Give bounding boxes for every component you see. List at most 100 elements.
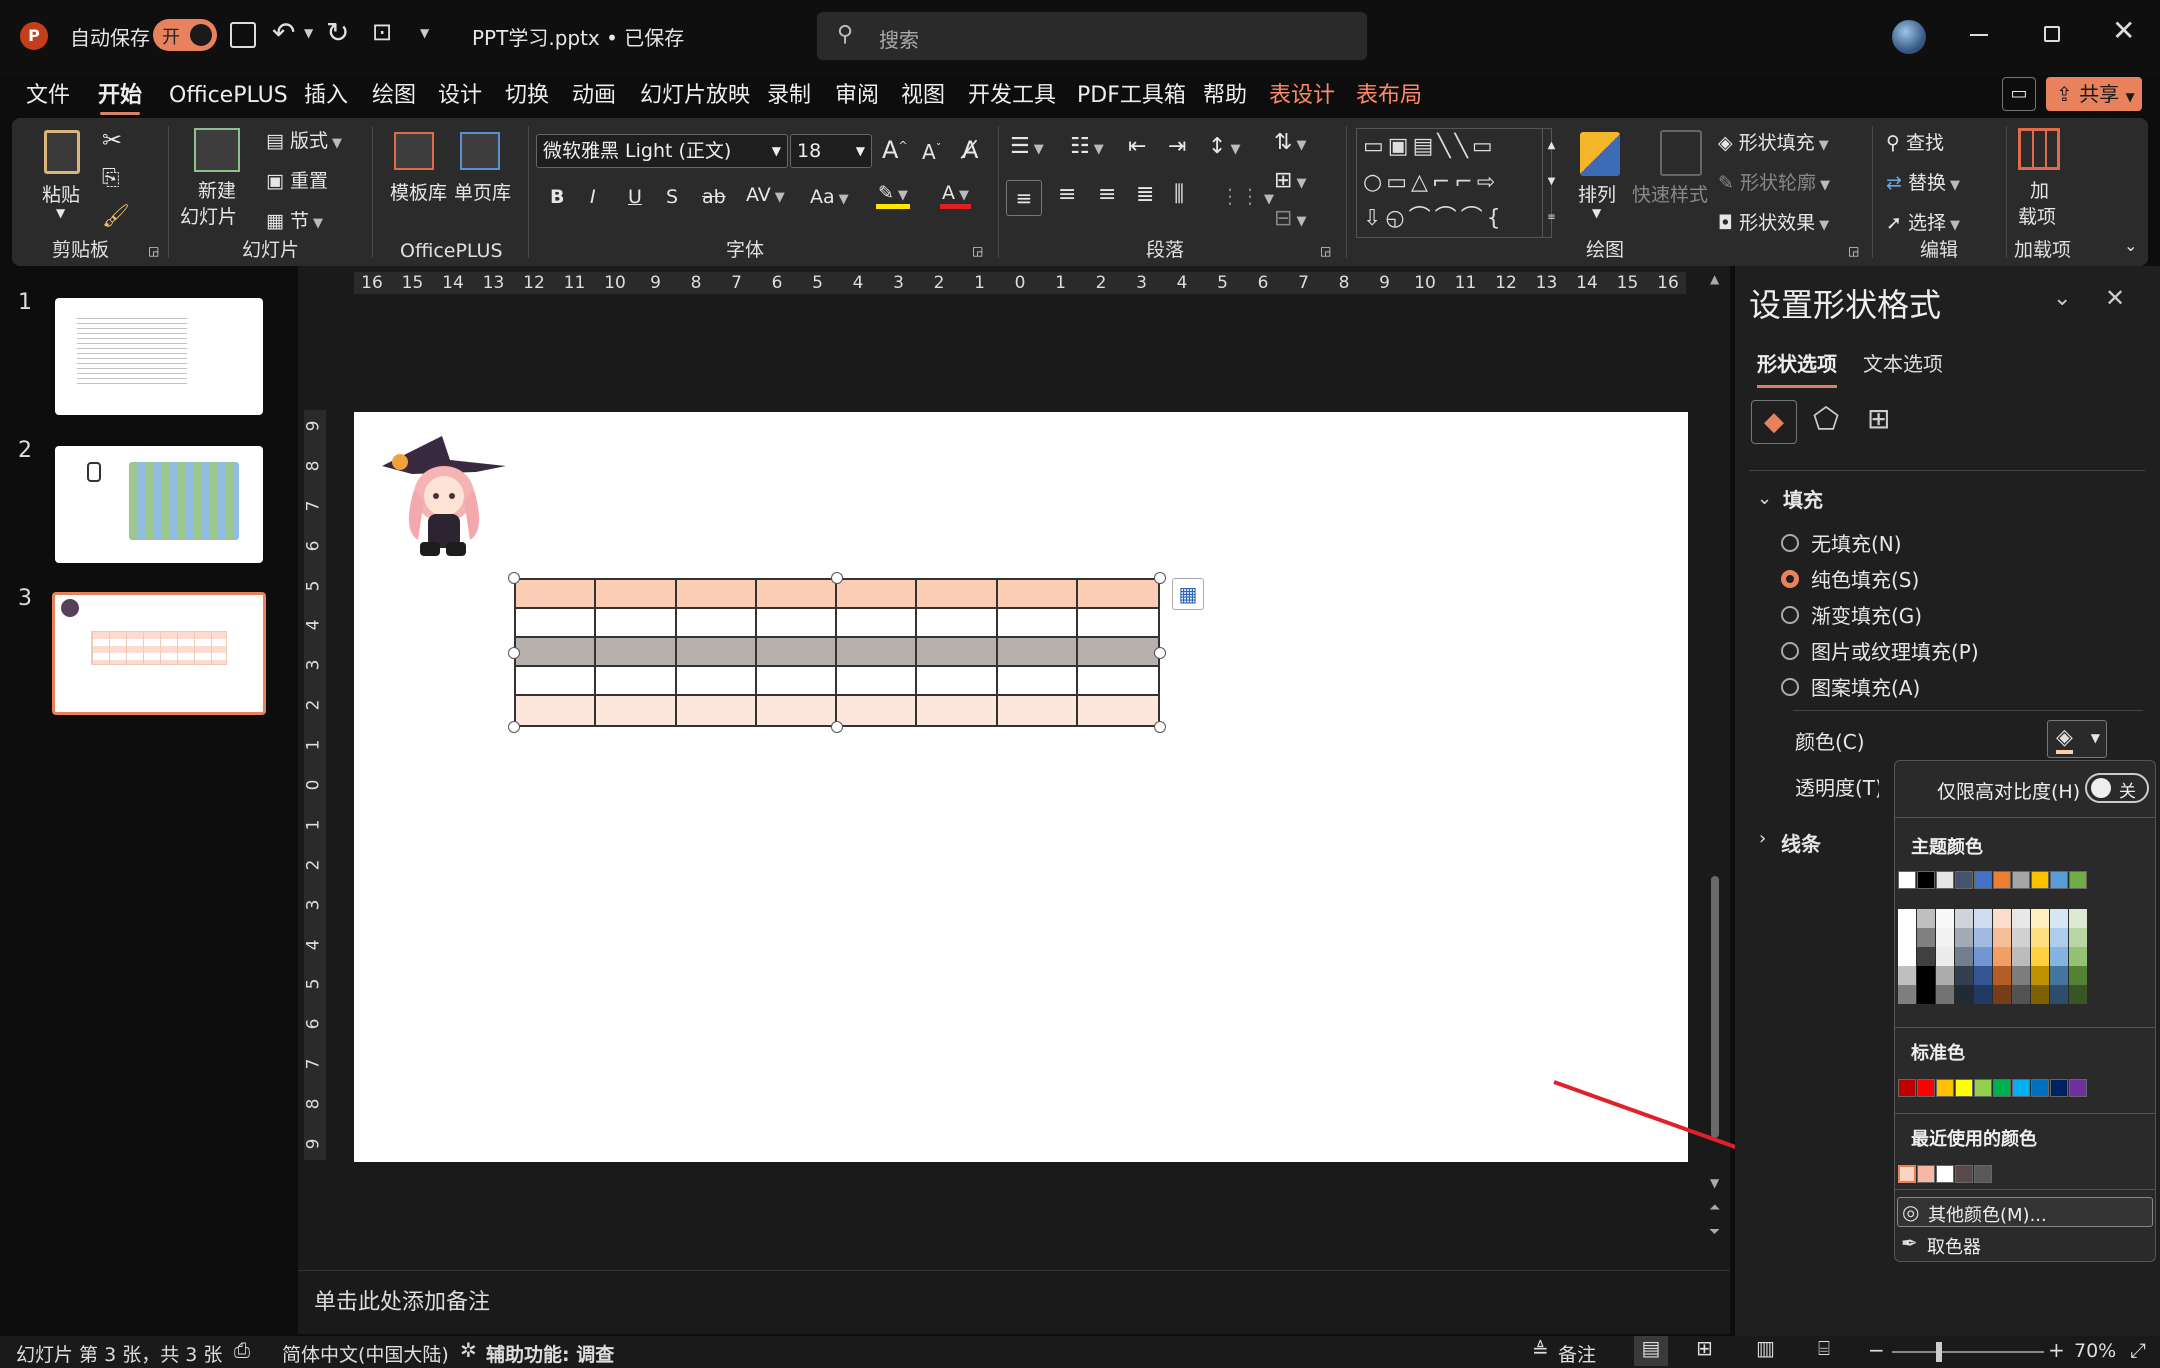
accessibility-icon[interactable]: ✲ (460, 1338, 477, 1362)
theme-color-shade[interactable] (2012, 966, 2030, 985)
strikethrough-button[interactable]: ab (702, 186, 726, 208)
resize-handle[interactable] (1154, 721, 1166, 733)
tab-design[interactable]: 设计 (438, 75, 482, 117)
autosave-toggle[interactable]: 开 (153, 19, 217, 51)
table-cell[interactable] (756, 580, 837, 609)
arrange-dropdown-icon[interactable]: ▼ (1592, 206, 1601, 220)
slide-canvas[interactable]: ▦ (354, 412, 1688, 1162)
table-cell[interactable] (596, 667, 677, 696)
theme-color-shade[interactable] (1898, 928, 1916, 947)
comments-button[interactable]: ▭ (2002, 77, 2036, 111)
resize-handle[interactable] (831, 721, 843, 733)
tab-draw[interactable]: 绘图 (372, 75, 416, 117)
clipboard-launcher-icon[interactable]: ◲ (148, 244, 159, 258)
standard-color-swatch[interactable] (2031, 1079, 2049, 1097)
increase-indent-icon[interactable]: ⇥ (1168, 134, 1186, 159)
language-indicator[interactable]: 简体中文(中国大陆) (282, 1340, 449, 1367)
align-text-icon[interactable]: ⊞ ▼ (1274, 168, 1306, 193)
shape-effects-button[interactable]: ◘ 形状效果 ▼ (1718, 208, 1829, 235)
customize-toolbar-icon[interactable]: ▼ (420, 26, 429, 40)
addins-label-2[interactable]: 载项 (2018, 202, 2056, 229)
fit-slide-icon[interactable]: ⤢ (2130, 1338, 2146, 1362)
recent-color-swatch[interactable] (1917, 1165, 1935, 1183)
new-slide-label-1[interactable]: 新建 (198, 176, 236, 203)
tab-home[interactable]: 开始 (98, 75, 142, 117)
theme-color-shade[interactable] (1917, 947, 1935, 966)
copy-icon[interactable]: ⎘ (102, 166, 120, 191)
decrease-indent-icon[interactable]: ⇤ (1128, 134, 1146, 159)
radio-pattern-fill[interactable]: 图案填充(A) (1781, 672, 1920, 701)
tab-view[interactable]: 视图 (901, 75, 945, 117)
tab-review[interactable]: 审阅 (835, 75, 879, 117)
template-library-icon[interactable] (394, 132, 434, 170)
theme-color-shade[interactable] (2050, 928, 2068, 947)
tab-shape-options[interactable]: 形状选项 (1757, 348, 1837, 388)
zoom-out-icon[interactable]: − (1868, 1338, 1885, 1362)
theme-color-shade[interactable] (2069, 947, 2087, 966)
justify-icon[interactable]: ≣ (1136, 182, 1154, 207)
theme-color-shade[interactable] (2050, 966, 2068, 985)
theme-color-shade[interactable] (2069, 909, 2087, 928)
resize-handle[interactable] (831, 572, 843, 584)
resize-handle[interactable] (508, 572, 520, 584)
theme-color-shade[interactable] (1974, 928, 1992, 947)
slide-sorter-icon[interactable]: ⊞ (1696, 1336, 1713, 1360)
align-right-icon[interactable]: ≡ (1098, 182, 1116, 207)
zoom-slider[interactable] (1892, 1342, 2044, 1362)
bullets-icon[interactable]: ☰ ▼ (1010, 134, 1044, 159)
undo-dropdown-icon[interactable]: ▼ (304, 26, 313, 40)
pane-options-icon[interactable]: ⌄ (2053, 286, 2071, 311)
slideshow-view-icon[interactable]: ⌸ (1818, 1336, 1830, 1360)
theme-color-swatch[interactable] (1898, 871, 1916, 889)
standard-color-swatch[interactable] (1955, 1079, 1973, 1097)
table-cell[interactable] (756, 696, 837, 725)
table-cell[interactable] (676, 609, 757, 638)
theme-color-swatch[interactable] (1917, 871, 1935, 889)
tab-slideshow[interactable]: 幻灯片放映 (640, 75, 750, 117)
table-cell[interactable] (756, 609, 837, 638)
table-cell[interactable] (596, 696, 677, 725)
slide-table[interactable] (514, 578, 1160, 727)
columns-icon[interactable]: ⋮⋮ ▼ (1220, 184, 1274, 208)
single-page-button[interactable]: 单页库 (454, 178, 511, 205)
zoom-in-icon[interactable]: + (2048, 1338, 2065, 1362)
table-cell[interactable] (676, 638, 757, 667)
drawing-launcher-icon[interactable]: ◲ (1848, 244, 1859, 258)
table-cell[interactable] (997, 638, 1078, 667)
share-button[interactable]: ⇪ 共享 ▼ (2046, 77, 2142, 111)
close-window-icon[interactable]: ✕ (2112, 14, 2135, 47)
theme-color-shade[interactable] (1936, 909, 1954, 928)
table-cell[interactable] (837, 667, 918, 696)
table-cell[interactable] (1077, 609, 1158, 638)
theme-color-shade[interactable] (2031, 966, 2049, 985)
table-cell[interactable] (837, 638, 918, 667)
table-cell[interactable] (596, 609, 677, 638)
find-button[interactable]: ⚲ 查找 (1886, 128, 1944, 155)
standard-color-swatch[interactable] (2069, 1079, 2087, 1097)
standard-color-swatch[interactable] (2050, 1079, 2068, 1097)
arrange-icon[interactable] (1580, 132, 1620, 176)
radio-no-fill[interactable]: 无填充(N) (1781, 528, 1902, 557)
theme-color-shade[interactable] (1936, 985, 1954, 1004)
accessibility-status[interactable]: 辅助功能: 调查 (486, 1340, 614, 1367)
theme-color-swatch[interactable] (2012, 871, 2030, 889)
replace-button[interactable]: ⇄ 替换 ▼ (1886, 168, 1960, 195)
theme-color-shade[interactable] (2069, 985, 2087, 1004)
table-cell[interactable] (917, 638, 998, 667)
table-cell[interactable] (997, 609, 1078, 638)
table-cell[interactable] (917, 580, 998, 609)
size-properties-icon[interactable]: ⊞ (1867, 402, 1890, 435)
resize-handle[interactable] (508, 646, 520, 659)
highlight-icon[interactable]: ✎ ▼ (876, 182, 910, 209)
fill-section-header[interactable]: 填充 (1783, 484, 1823, 513)
font-name-combo[interactable]: 微软雅黑 Light (正文) ▼ (536, 134, 788, 168)
align-center-icon[interactable]: ≡ (1058, 182, 1076, 207)
restore-icon[interactable] (2044, 26, 2060, 42)
format-painter-icon[interactable]: 🖌 (102, 204, 130, 229)
theme-color-shade[interactable] (1936, 947, 1954, 966)
theme-color-shade[interactable] (2031, 947, 2049, 966)
numbering-icon[interactable]: ☷ ▼ (1070, 134, 1104, 159)
zoom-slider-thumb[interactable] (1936, 1342, 1942, 1362)
increase-font-icon[interactable]: A^ (882, 136, 908, 164)
theme-color-shade[interactable] (1955, 966, 1973, 985)
